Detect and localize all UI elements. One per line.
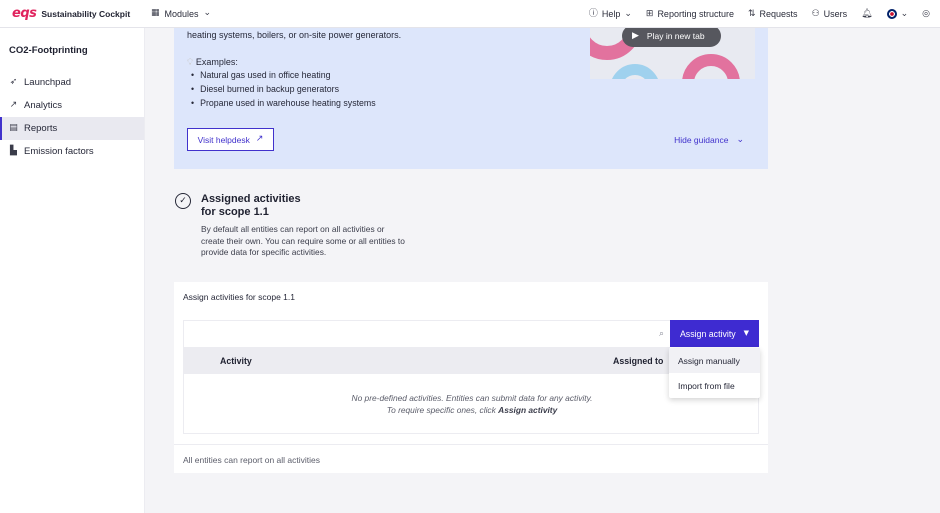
list-item: Propane used in warehouse heating system… (191, 98, 376, 112)
reporting-structure-label: Reporting structure (657, 9, 734, 19)
eqs-logo: eqs (12, 6, 37, 21)
sidebar-item-label: Reports (24, 123, 58, 134)
card-title: Assign activities for scope 1.1 (183, 292, 295, 302)
brand[interactable]: eqs Sustainability Cockpit (0, 6, 145, 21)
modules-label: Modules (164, 8, 199, 19)
empty-line-prefix: To require specific ones, click (386, 404, 499, 415)
title-line: for scope 1.1 (201, 205, 269, 218)
decorative-ring (610, 64, 660, 79)
column-header-activity: Activity (220, 356, 252, 366)
guidance-intro: heating systems, boilers, or on-site pow… (187, 30, 402, 40)
help-label: Help (601, 9, 621, 19)
document-icon: ▤ (9, 123, 18, 133)
section-title: Assigned activities for scope 1.1 (201, 193, 301, 218)
check-circle-icon: ✓ (175, 193, 191, 209)
grid-icon: ▦ (151, 8, 160, 18)
empty-line-bold: Assign activity (498, 404, 558, 415)
language-selector[interactable]: ⌄ (886, 8, 909, 19)
menu-item-assign-manually[interactable]: Assign manually (669, 348, 760, 373)
sidebar-item-emission-factors[interactable]: ▙ Emission factors (0, 140, 144, 163)
requests-icon: ⇅ (747, 8, 756, 19)
chart-icon: ↗ (9, 100, 18, 110)
play-in-new-tab-button[interactable]: ▶ Play in new tab (622, 28, 721, 47)
examples-label: Examples: (195, 57, 238, 67)
chevron-down-icon: ⌄ (900, 8, 909, 19)
examples-list: Natural gas used in office heating Diese… (191, 70, 376, 112)
reporting-structure-link[interactable]: ⊞ Reporting structure (646, 9, 734, 19)
hide-guidance-label: Hide guidance (674, 135, 729, 145)
title-line: Assigned activities (201, 193, 301, 205)
visit-helpdesk-button[interactable]: Visit helpdesk ↗ (187, 128, 274, 151)
hierarchy-icon: ⊞ (645, 8, 654, 19)
assign-activity-label: Assign activity (679, 328, 736, 339)
uk-flag-icon (886, 9, 897, 19)
video-thumbnail[interactable]: ▶ Play in new tab (590, 28, 755, 79)
sidebar-item-launchpad[interactable]: ➶ Launchpad (0, 71, 144, 94)
app-name: Sustainability Cockpit (41, 8, 131, 19)
help-icon: ⓘ (588, 8, 598, 19)
chevron-down-icon: ⌄ (203, 8, 212, 18)
requests-link[interactable]: ⇅ Requests (748, 9, 798, 19)
caret-down-icon: ▼ (743, 329, 750, 337)
card-footer-note: All entities can report on all activitie… (183, 455, 321, 465)
modules-menu[interactable]: ▦ Modules ⌄ (145, 9, 211, 19)
helpdesk-label: Visit helpdesk (197, 134, 250, 145)
top-nav: ⓘ Help ⌄ ⊞ Reporting structure ⇅ Request… (589, 0, 930, 28)
play-label: Play in new tab (646, 31, 705, 41)
users-link[interactable]: ⚇ Users (812, 9, 848, 19)
sidebar-item-analytics[interactable]: ↗ Analytics (0, 94, 144, 117)
factory-icon: ▙ (10, 146, 17, 156)
chevron-down-icon: ⌄ (624, 8, 632, 19)
lightbulb-icon: 💡︎ (187, 58, 194, 68)
external-link-icon: ↗ (255, 134, 264, 144)
examples-heading: 💡︎ Examples: (187, 57, 238, 68)
top-bar: eqs Sustainability Cockpit ▦ Modules ⌄ ⓘ… (0, 0, 940, 28)
list-item: Natural gas used in office heating (191, 70, 376, 84)
column-header-assigned-to: Assigned to (613, 356, 664, 366)
bell-icon[interactable]: 🔔︎ (861, 9, 872, 19)
sidebar-item-label: Launchpad (24, 77, 72, 88)
assign-activity-button[interactable]: Assign activity ▼ (670, 320, 759, 347)
empty-line: To require specific ones, click Assign a… (184, 405, 760, 417)
users-label: Users (823, 9, 848, 19)
decorative-ring (682, 54, 740, 79)
sidebar-title: CO2-Footprinting (9, 45, 88, 56)
user-avatar-icon[interactable]: ◎ (922, 9, 930, 19)
divider (174, 444, 768, 445)
chevron-down-icon: ⌄ (736, 134, 744, 145)
guidance-panel: heating systems, boilers, or on-site pow… (174, 28, 768, 169)
sidebar: CO2-Footprinting ➶ Launchpad ↗ Analytics… (0, 28, 145, 513)
list-item: Diesel burned in backup generators (191, 84, 376, 98)
sidebar-item-label: Emission factors (24, 146, 94, 157)
requests-label: Requests (759, 9, 798, 19)
help-menu[interactable]: ⓘ Help ⌄ (589, 9, 632, 19)
rocket-icon: ➶ (9, 77, 18, 87)
users-icon: ⚇ (811, 8, 820, 19)
search-icon: ⌕ (658, 329, 664, 339)
sidebar-item-label: Analytics (24, 100, 63, 111)
assign-activity-dropdown: Assign manually Import from file (669, 348, 760, 398)
menu-item-import-from-file[interactable]: Import from file (669, 373, 760, 398)
main-content: heating systems, boilers, or on-site pow… (146, 28, 940, 513)
section-description: By default all entities can report on al… (201, 224, 405, 257)
hide-guidance-button[interactable]: Hide guidance ⌄ (674, 135, 744, 145)
play-icon: ▶ (632, 30, 639, 41)
search-input[interactable]: ⌕ (183, 320, 670, 348)
sidebar-item-reports[interactable]: ▤ Reports (0, 117, 144, 140)
